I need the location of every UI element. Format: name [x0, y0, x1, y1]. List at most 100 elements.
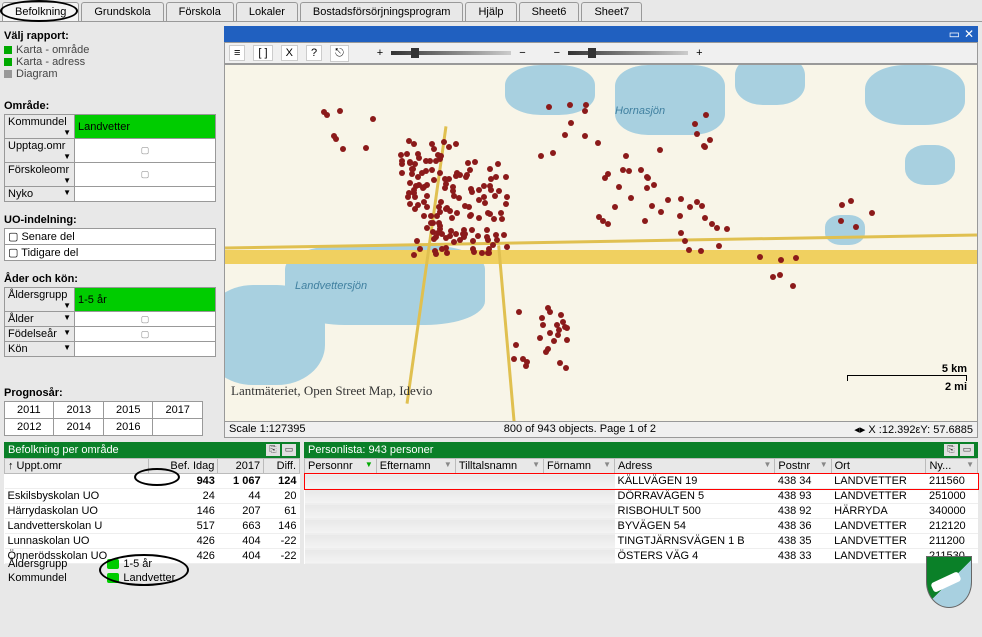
- filter-nyko-value[interactable]: [75, 187, 216, 202]
- tab-sheet6[interactable]: Sheet6: [519, 2, 580, 21]
- year-empty: [153, 419, 202, 436]
- map-select-icon[interactable]: [ ]: [253, 45, 272, 61]
- year-2013[interactable]: 2013: [54, 402, 103, 419]
- footer-val-kommundel[interactable]: Landvetter: [107, 572, 175, 584]
- footer-label-aldersgrupp: Åldersgrupp: [8, 558, 67, 570]
- table-row[interactable]: Eskilsbyskolan UO244420: [5, 489, 300, 504]
- year-2017[interactable]: 2017: [153, 402, 202, 419]
- col-tilltalsnamn[interactable]: Tilltalsnamn▼: [455, 459, 543, 474]
- bef-panel-title: Befolkning per område ⎘▭: [4, 442, 300, 458]
- filter-kon-value[interactable]: [75, 342, 216, 357]
- year-2014[interactable]: 2014: [54, 419, 103, 436]
- tab-lokaler[interactable]: Lokaler: [236, 2, 298, 21]
- map-status-bar: Scale 1:127395 800 of 943 objects. Page …: [224, 422, 978, 438]
- map-object-count: 800 of 943 objects. Page 1 of 2: [504, 423, 656, 436]
- filter-fodelsear[interactable]: Födelseår▼: [5, 327, 75, 342]
- prognos-label: Prognosår:: [4, 387, 216, 399]
- footer-val-aldersgrupp[interactable]: 1-5 år: [107, 558, 175, 570]
- map-canvas[interactable]: Hornasjön Landvettersjön 5 km 2 mi Lantm…: [224, 64, 978, 422]
- map-label-landvettersjon: Landvettersjön: [295, 280, 367, 292]
- person-panel-title: Personlista: 943 personer ⎘▭: [304, 442, 978, 458]
- filter-aldersgrupp-value[interactable]: 1-5 år: [75, 288, 216, 312]
- sidebar: Välj rapport: Karta - område Karta - adr…: [0, 22, 220, 442]
- year-2015[interactable]: 2015: [103, 402, 152, 419]
- map-clear-icon[interactable]: X: [281, 45, 298, 61]
- tab-hjalp[interactable]: Hjälp: [465, 2, 516, 21]
- report-karta-omrade[interactable]: Karta - område: [4, 44, 216, 56]
- col-adress[interactable]: Adress▼: [615, 459, 775, 474]
- filter-fodelsear-value[interactable]: ▢: [75, 327, 216, 342]
- year-table: 2011 2013 2015 2017 2012 2014 2016: [4, 401, 203, 436]
- col-befidag[interactable]: Bef. Idag: [148, 459, 218, 474]
- omrade-label: Område:: [4, 100, 216, 112]
- map-label-hornasjon: Hornasjön: [615, 105, 665, 117]
- report-diagram[interactable]: Diagram: [4, 68, 216, 80]
- footer-label-kommundel: Kommundel: [8, 572, 67, 584]
- map-coords: ◂▸ X :12.392εY: 57.6885: [854, 423, 973, 436]
- filter-kommundel[interactable]: Kommundel▼: [5, 115, 75, 139]
- table-row[interactable]: 9431 067124: [5, 474, 300, 489]
- maximize-icon[interactable]: ▭: [960, 444, 974, 456]
- alder-table: Åldersgrupp▼1-5 år Ålder▼▢ Födelseår▼▢ K…: [4, 287, 216, 357]
- tab-sheet7[interactable]: Sheet7: [581, 2, 642, 21]
- col-2017[interactable]: 2017: [218, 459, 264, 474]
- table-row[interactable]: xxxxxxxxxxxxxxxxTINGTJÄRNSVÄGEN 1 B438 3…: [305, 534, 978, 549]
- filter-upptag-value[interactable]: ▢: [75, 139, 216, 163]
- map-zoom-slider[interactable]: [391, 51, 511, 55]
- col-postnr[interactable]: Postnr▼: [775, 459, 831, 474]
- filter-forskole[interactable]: Förskoleomr▼: [5, 163, 75, 187]
- year-2016[interactable]: 2016: [103, 419, 152, 436]
- filter-alder[interactable]: Ålder▼: [5, 312, 75, 327]
- square-icon: [4, 58, 12, 66]
- col-personnr[interactable]: Personnr▼: [305, 459, 377, 474]
- omrade-table: Kommundel▼Landvetter Upptag.omr▼▢ Försko…: [4, 114, 216, 202]
- table-row[interactable]: xxxxxxxxxxxxxxxxDÖRRAVÄGEN 5438 93LANDVE…: [305, 489, 978, 504]
- tab-grundskola[interactable]: Grundskola: [81, 2, 163, 21]
- filter-alder-value[interactable]: ▢: [75, 312, 216, 327]
- uo-senare[interactable]: ▢ Senare del: [4, 228, 216, 245]
- filter-upptag[interactable]: Upptag.omr▼: [5, 139, 75, 163]
- tab-bostad[interactable]: Bostadsförsörjningsprogram: [300, 2, 464, 21]
- col-ny[interactable]: Ny...▼: [926, 459, 978, 474]
- filter-nyko[interactable]: Nyko▼: [5, 187, 75, 202]
- col-ort[interactable]: Ort: [831, 459, 926, 474]
- square-icon: [4, 70, 12, 78]
- col-upptomr[interactable]: ↑ Uppt.omr: [5, 459, 149, 474]
- clear-filter-icon[interactable]: [107, 559, 119, 569]
- map-help-icon[interactable]: ?: [306, 45, 322, 61]
- table-row[interactable]: xxxxxxxxxxxxxxxxRISBOHULT 500438 92HÄRRY…: [305, 504, 978, 519]
- map-menu-icon[interactable]: ≡: [229, 45, 245, 61]
- map-minimize-icon[interactable]: ▭: [949, 27, 960, 41]
- clear-filter-icon[interactable]: [107, 573, 119, 583]
- table-row[interactable]: xxxxxxxxxxxxxxxxKÄLLVÄGEN 19438 34LANDVE…: [305, 474, 978, 489]
- map-opacity-slider[interactable]: [568, 51, 688, 55]
- year-2011[interactable]: 2011: [5, 402, 54, 419]
- report-karta-adress[interactable]: Karta - adress: [4, 56, 216, 68]
- person-table: Personnr▼ Efternamn▼ Tilltalsnamn▼ Förna…: [304, 458, 978, 564]
- table-row[interactable]: xxxxxxxxxxxxxxxxBYVÄGEN 54438 36LANDVETT…: [305, 519, 978, 534]
- tab-befolkning[interactable]: Befolkning: [2, 2, 79, 21]
- table-row[interactable]: Lunnaskolan UO426404-22: [5, 534, 300, 549]
- table-row[interactable]: Landvetterskolan U517663146: [5, 519, 300, 534]
- square-icon: [4, 46, 12, 54]
- filter-kon[interactable]: Kön▼: [5, 342, 75, 357]
- footer: Åldersgrupp Kommundel 1-5 år Landvetter: [0, 554, 982, 614]
- table-row[interactable]: Härrydaskolan UO14620761: [5, 504, 300, 519]
- year-2012[interactable]: 2012: [5, 419, 54, 436]
- filter-aldersgrupp[interactable]: Åldersgrupp▼: [5, 288, 75, 312]
- map-attribution: Lantmäteriet, Open Street Map, Idevio: [231, 383, 432, 399]
- map-zoom-rect-icon[interactable]: ⎋: [330, 45, 349, 62]
- filter-forskole-value[interactable]: ▢: [75, 163, 216, 187]
- map-scale-text: Scale 1:127395: [229, 423, 305, 436]
- uo-tidigare[interactable]: ▢ Tidigare del: [4, 245, 216, 261]
- filter-kommundel-value[interactable]: Landvetter: [75, 115, 216, 139]
- col-diff[interactable]: Diff.: [264, 459, 300, 474]
- maximize-icon[interactable]: ▭: [282, 444, 296, 456]
- export-icon[interactable]: ⎘: [944, 444, 958, 456]
- export-icon[interactable]: ⎘: [266, 444, 280, 456]
- col-fornamn[interactable]: Förnamn▼: [544, 459, 615, 474]
- map-close-icon[interactable]: ✕: [964, 27, 974, 41]
- tab-bar: Befolkning Grundskola Förskola Lokaler B…: [0, 0, 982, 22]
- col-efternamn[interactable]: Efternamn▼: [376, 459, 455, 474]
- tab-forskola[interactable]: Förskola: [166, 2, 234, 21]
